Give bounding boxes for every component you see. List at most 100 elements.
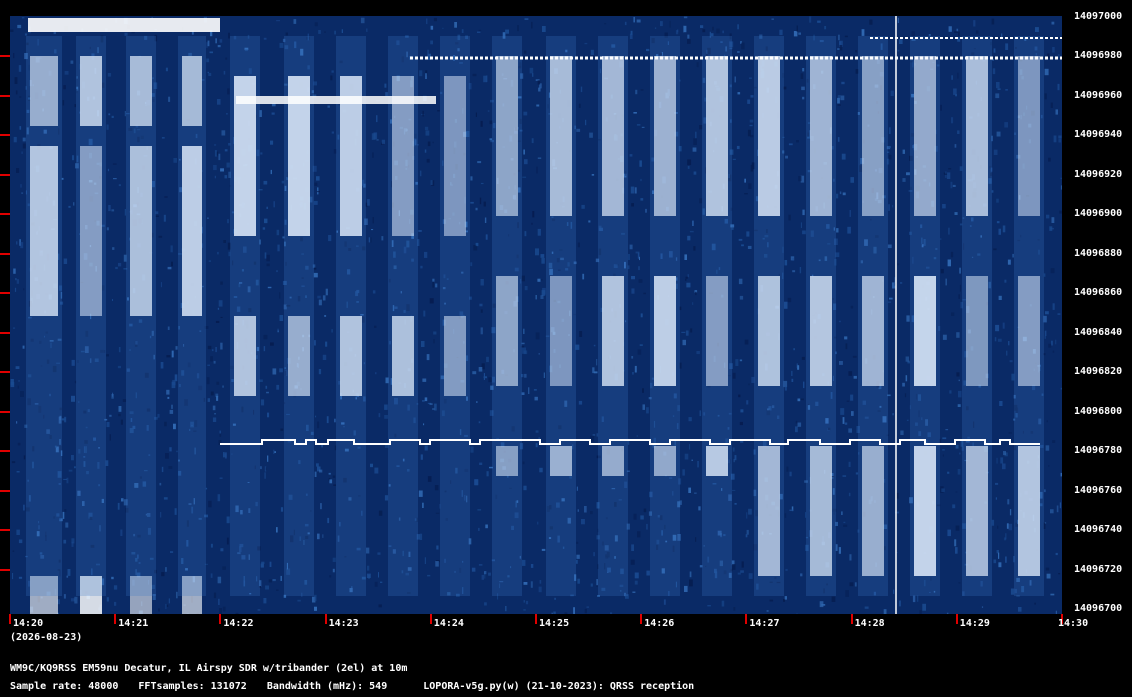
- noise-speck: [1044, 93, 1047, 100]
- signal-fringe: [336, 36, 366, 596]
- noise-speck: [314, 594, 317, 602]
- noise-speck: [802, 96, 805, 100]
- noise-speck: [799, 267, 802, 274]
- noise-speck: [432, 141, 434, 144]
- x-tick-label: 14:21: [118, 618, 149, 629]
- noise-speck: [106, 597, 109, 602]
- noise-speck: [522, 347, 526, 354]
- noise-speck: [738, 238, 743, 241]
- noise-speck: [542, 26, 546, 32]
- noise-speck: [424, 251, 428, 258]
- noise-speck: [957, 404, 961, 407]
- noise-speck: [21, 17, 25, 19]
- noise-speck: [637, 531, 641, 538]
- noise-speck: [166, 355, 171, 358]
- noise-speck: [586, 606, 589, 608]
- noise-speck: [848, 428, 852, 433]
- noise-speck: [423, 310, 426, 317]
- signal-fringe: [962, 36, 992, 596]
- noise-speck: [861, 29, 865, 36]
- noise-speck: [435, 512, 440, 514]
- noise-speck: [998, 562, 1002, 568]
- noise-speck: [171, 261, 173, 267]
- noise-speck: [749, 77, 752, 79]
- noise-speck: [435, 561, 439, 567]
- noise-speck: [372, 217, 374, 224]
- noise-speck: [374, 581, 378, 587]
- noise-speck: [1004, 122, 1008, 128]
- noise-speck: [841, 153, 846, 160]
- noise-speck: [418, 490, 423, 497]
- noise-speck: [225, 57, 228, 60]
- noise-speck: [798, 176, 802, 182]
- noise-speck: [263, 180, 268, 185]
- noise-speck: [522, 461, 525, 465]
- noise-speck: [62, 511, 65, 519]
- noise-speck: [314, 606, 317, 611]
- noise-speck: [475, 242, 479, 247]
- noise-speck: [696, 62, 699, 68]
- signal-fringe: [806, 36, 836, 596]
- noise-speck: [741, 42, 745, 50]
- noise-speck: [319, 469, 323, 473]
- noise-speck: [226, 516, 230, 524]
- y-tick-label: 14096880: [1074, 247, 1123, 259]
- noise-speck: [1005, 533, 1007, 540]
- noise-speck: [538, 353, 540, 355]
- noise-speck: [263, 334, 268, 340]
- noise-speck: [260, 399, 265, 406]
- noise-speck: [689, 579, 693, 587]
- noise-speck: [748, 508, 752, 515]
- noise-speck: [639, 160, 642, 167]
- noise-speck: [805, 512, 807, 518]
- station-info: WM9C/KQ9RSS EM59nu Decatur, IL Airspy SD…: [10, 663, 408, 674]
- noise-speck: [734, 455, 737, 461]
- noise-speck: [1045, 567, 1050, 571]
- noise-speck: [207, 217, 209, 219]
- noise-speck: [112, 247, 115, 250]
- noise-speck: [629, 244, 633, 250]
- noise-speck: [604, 23, 607, 25]
- y-tick-mark: [0, 252, 10, 255]
- noise-speck: [646, 48, 650, 52]
- noise-speck: [327, 517, 330, 524]
- noise-speck: [537, 228, 541, 236]
- noise-speck: [998, 552, 1000, 559]
- noise-speck: [579, 331, 583, 337]
- noise-speck: [384, 415, 388, 419]
- noise-speck: [480, 182, 484, 185]
- noise-speck: [163, 497, 168, 500]
- noise-speck: [217, 494, 221, 502]
- noise-speck: [732, 489, 736, 491]
- noise-speck: [376, 115, 378, 123]
- fft-samples: FFTsamples: 131072: [138, 681, 247, 692]
- noise-speck: [645, 208, 647, 213]
- noise-speck: [341, 29, 343, 33]
- noise-speck: [564, 612, 568, 614]
- noise-speck: [168, 598, 170, 604]
- noise-speck: [1005, 43, 1009, 50]
- noise-speck: [366, 573, 371, 578]
- noise-speck: [276, 527, 278, 533]
- noise-speck: [1052, 350, 1055, 353]
- noise-speck: [224, 175, 228, 179]
- bandwidth: Bandwidth (mHz): 549: [266, 681, 388, 692]
- noise-speck: [117, 502, 120, 510]
- noise-speck: [173, 423, 176, 430]
- noise-speck: [869, 19, 873, 25]
- noise-speck: [687, 166, 690, 169]
- noise-speck: [276, 384, 280, 390]
- noise-speck: [699, 125, 703, 130]
- noise-speck: [381, 139, 385, 145]
- noise-speck: [1007, 259, 1011, 265]
- noise-speck: [1009, 509, 1012, 516]
- noise-speck: [293, 19, 297, 24]
- noise-speck: [161, 466, 164, 473]
- noise-speck: [429, 298, 434, 304]
- noise-speck: [124, 32, 128, 36]
- noise-speck: [171, 350, 174, 358]
- signal-fringe: [1014, 36, 1044, 596]
- noise-speck: [981, 606, 984, 608]
- noise-speck: [902, 178, 906, 182]
- noise-speck: [65, 522, 69, 528]
